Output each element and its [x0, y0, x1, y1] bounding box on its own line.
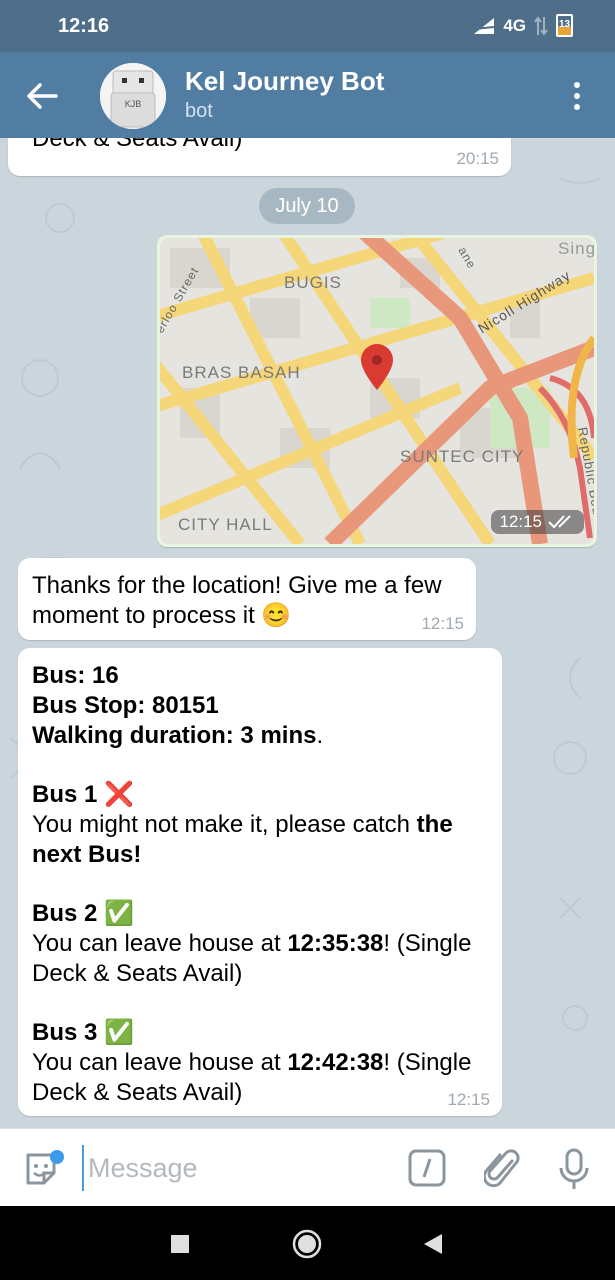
bus-number-line: Bus: 16 — [32, 661, 471, 691]
microphone-icon — [559, 1148, 589, 1189]
smile-emoji: 😊 — [261, 602, 292, 629]
message-text: Bus: 16 Bus Stop: 80151 Walking duration… — [32, 661, 471, 1108]
map-label-singapore: Sing — [558, 239, 594, 258]
battery-icon: 13 — [556, 14, 573, 37]
voice-button[interactable] — [556, 1147, 592, 1191]
data-arrows-icon — [534, 15, 548, 36]
bus2-text: You can leave house at 12:35:38! (Single — [32, 929, 471, 959]
bus2-text-plain: You can leave house at — [32, 930, 288, 957]
slash-command-icon — [408, 1149, 446, 1187]
bus2-text-suffix: ! (Single — [383, 930, 472, 957]
bus3-label: Bus 3 — [32, 1019, 98, 1046]
date-separator: July 10 — [259, 188, 355, 224]
map-label-bras-basah: BRAS BASAH — [182, 363, 301, 382]
walking-duration: Walking duration: 3 mins — [32, 722, 317, 749]
more-vert-icon — [574, 82, 580, 110]
chat-subtitle: bot — [185, 100, 213, 122]
bus3-text-plain: You can leave house at — [32, 1049, 288, 1076]
bus2-label: Bus 2 — [32, 900, 98, 927]
bus1-label: Bus 1 — [32, 781, 98, 808]
message-input-bar — [0, 1128, 615, 1206]
bot-command-button[interactable] — [408, 1149, 446, 1187]
check-mark-icon: ✅ — [104, 1019, 134, 1046]
more-menu-button[interactable] — [563, 78, 591, 114]
cross-mark-icon: ❌ — [104, 781, 134, 808]
status-icons: 4G 13 — [473, 14, 573, 37]
message-text: Thanks for the location! Give me a few m… — [32, 571, 442, 631]
paperclip-icon — [482, 1149, 520, 1188]
triangle-back-icon — [424, 1234, 442, 1254]
square-icon — [171, 1235, 189, 1253]
bus3-text-cont: Deck & Seats Avail) — [32, 1079, 243, 1106]
map-image: BUGIS BRAS BASAH SUNTEC CITY CITY HALL N… — [160, 238, 594, 544]
bus3-title: Bus 3 ✅ — [32, 1018, 471, 1048]
walking-duration-line: Walking duration: 3 mins. — [32, 721, 471, 751]
bus3-text: You can leave house at 12:42:38! (Single — [32, 1048, 471, 1078]
location-message[interactable]: BUGIS BRAS BASAH SUNTEC CITY CITY HALL N… — [157, 235, 597, 547]
home-circle-icon — [292, 1229, 322, 1259]
map-label-city-hall: CITY HALL — [178, 515, 273, 534]
message-bubble-previous[interactable]: Deck & Seats Avail) 20:15 — [8, 138, 511, 176]
message-line: moment to process it 😊 — [32, 601, 442, 631]
message-time: 12:15 — [447, 1090, 490, 1109]
bus-number: Bus: 16 — [32, 662, 119, 689]
bus1-title: Bus 1 ❌ — [32, 780, 471, 810]
walking-duration-period: . — [316, 722, 324, 749]
bus-stop-line: Bus Stop: 80151 — [32, 691, 471, 721]
message-line: Thanks for the location! Give me a few — [32, 572, 442, 599]
message-time: 12:15 — [499, 512, 542, 531]
message-time-badge: 12:15 — [491, 510, 584, 534]
bus1-text-bold: the — [416, 811, 453, 838]
bus3-text-suffix: ! (Single — [383, 1049, 472, 1076]
message-input[interactable] — [82, 1145, 382, 1191]
network-type: 4G — [503, 15, 526, 35]
bus2-title: Bus 2 ✅ — [32, 899, 471, 929]
message-line-text: moment to process it — [32, 602, 255, 629]
bus3-time: 12:42:38 — [287, 1049, 384, 1076]
sticker-icon — [26, 1150, 64, 1185]
message-time: 12:15 — [421, 614, 464, 633]
home-button[interactable] — [289, 1226, 325, 1262]
bus2-time: 12:35:38 — [287, 930, 384, 957]
robot-avatar-icon — [100, 63, 166, 129]
double-check-icon — [548, 515, 571, 529]
message-text: Deck & Seats Avail) — [32, 138, 243, 152]
bus1-text: You might not make it, please catch the — [32, 810, 471, 840]
attach-button[interactable] — [482, 1147, 522, 1189]
status-time: 12:16 — [58, 15, 110, 37]
recents-button[interactable] — [162, 1226, 198, 1262]
map-preview[interactable]: BUGIS BRAS BASAH SUNTEC CITY CITY HALL N… — [160, 238, 594, 544]
chat-header: KJB Kel Journey Bot bot — [0, 52, 615, 138]
message-time: 20:15 — [456, 149, 499, 168]
back-nav-button[interactable] — [416, 1226, 452, 1262]
bus1-text-plain: You might not make it, please catch — [32, 811, 417, 838]
bus1-text-bold-cont: next Bus! — [32, 841, 142, 868]
message-bubble-result[interactable]: Bus: 16 Bus Stop: 80151 Walking duration… — [18, 648, 502, 1116]
map-label-suntec-city: SUNTEC CITY — [400, 447, 524, 466]
check-mark-icon: ✅ — [104, 900, 134, 927]
chat-title[interactable]: Kel Journey Bot — [185, 66, 384, 97]
bus1-text-cont: next Bus! — [32, 840, 471, 870]
bus-stop: Bus Stop: 80151 — [32, 692, 219, 719]
status-bar: 12:16 4G 13 — [0, 0, 615, 52]
chat-area[interactable]: Deck & Seats Avail) 20:15 July 10 BUGIS … — [0, 138, 615, 1128]
map-label-bugis: BUGIS — [284, 273, 342, 292]
signal-icon — [474, 17, 495, 34]
bot-avatar[interactable]: KJB — [100, 63, 166, 129]
battery-level: 13 — [558, 19, 571, 30]
arrow-left-icon — [27, 83, 58, 109]
sticker-button[interactable] — [22, 1149, 66, 1189]
bus2-text-cont: Deck & Seats Avail) — [32, 960, 243, 987]
message-bubble-ack[interactable]: Thanks for the location! Give me a few m… — [18, 558, 476, 640]
avatar-label: KJB — [124, 99, 142, 109]
system-nav-bar — [0, 1206, 615, 1280]
back-button[interactable] — [22, 78, 62, 114]
